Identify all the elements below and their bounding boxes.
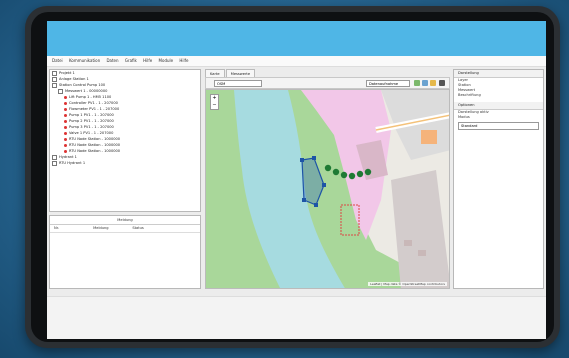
tree-item-label: Flowmeter PV1 - 1 - 207000 <box>69 107 120 111</box>
title-bar <box>47 21 546 56</box>
tree-item-label: Controller PV1 - 1 - 207000 <box>69 101 118 105</box>
column-header[interactable]: Meldung <box>93 225 127 232</box>
menu-item-4[interactable]: Grafik <box>125 56 137 66</box>
vertex-handle[interactable] <box>322 183 326 187</box>
tree-item-label: Pump 2 PV1 - 1 - 207000 <box>69 119 114 123</box>
status-dot-icon <box>64 107 67 111</box>
tree-item[interactable]: RTU Hydrant 1 <box>50 160 200 166</box>
tree-item-label: Anlage Station 1 <box>59 77 89 81</box>
app-window: Datei Kommunikation Daten Grafik Hilfe M… <box>47 21 546 339</box>
building <box>418 250 426 256</box>
status-dot-icon <box>64 125 67 129</box>
menu-item-5[interactable]: Hilfe <box>143 56 152 66</box>
status-dot-icon <box>64 149 67 153</box>
checkbox[interactable] <box>52 82 57 88</box>
properties-panel: Darstellung Layer Station Messwert Besch… <box>453 69 544 289</box>
map-attribution[interactable]: Leaflet | Map data © OpenStreetMap contr… <box>368 282 447 286</box>
checkbox[interactable] <box>52 76 57 82</box>
status-dot-icon <box>64 95 67 99</box>
vertex-handle[interactable] <box>302 198 306 202</box>
tree-item-label: RTU Node Station - 1000000 <box>69 143 121 147</box>
tree-item-label: RTU Node Station - 1000000 <box>69 149 121 153</box>
tree-item-label: Pump 1 PV1 - 1 - 207000 <box>69 113 114 117</box>
log-panel: Meldung Nr. Meldung Status <box>49 215 201 289</box>
menu-item-6[interactable]: Module <box>159 56 174 66</box>
tree-marker[interactable] <box>364 168 372 176</box>
menu-item-2[interactable]: Kommunikation <box>69 56 100 66</box>
tree-marker[interactable] <box>324 164 332 172</box>
status-dot-icon <box>64 143 67 147</box>
tree-marker[interactable] <box>356 170 364 178</box>
map-toolbar: OSM Datenaufnahme <box>205 77 450 89</box>
tree-item-label: Messwert 1 - 00000000 <box>65 89 108 93</box>
map-tool-icon[interactable] <box>422 80 428 86</box>
vertex-handle[interactable] <box>312 156 316 160</box>
tree-item-label: RTU Node Station - 1000000 <box>69 137 121 141</box>
status-dot-icon <box>64 101 67 105</box>
view-tabs: Karte Messwerte <box>205 69 450 78</box>
checkbox[interactable] <box>52 160 57 166</box>
building <box>404 240 412 246</box>
tree-marker[interactable] <box>348 172 356 180</box>
tree-item-label: Projekt 1 <box>59 71 75 75</box>
section-header[interactable]: Optionen <box>454 102 543 110</box>
map-view[interactable]: + − Leaflet | Map data © OpenStreetMap c… <box>205 89 450 289</box>
checkbox[interactable] <box>52 70 57 76</box>
layer-select[interactable]: OSM <box>214 80 262 87</box>
vertex-handle[interactable] <box>300 158 304 162</box>
zoom-out-button[interactable]: − <box>211 102 218 109</box>
vertex-handle[interactable] <box>314 203 318 207</box>
zoom-in-button[interactable]: + <box>211 95 218 102</box>
mode-select[interactable]: Datenaufnahme <box>366 80 410 87</box>
tree-item-label: RTU Hydrant 1 <box>59 161 86 165</box>
workspace: Projekt 1 Anlage Station 1 Station Contr… <box>47 67 546 296</box>
building-orange <box>421 130 437 144</box>
map-tool-icon[interactable] <box>430 80 436 86</box>
section-header[interactable]: Darstellung <box>454 70 543 78</box>
map-tool-icon[interactable] <box>439 80 445 86</box>
field-label: Modus <box>458 115 470 119</box>
log-table-header: Nr. Meldung Status <box>50 225 200 233</box>
status-dot-icon <box>64 119 67 123</box>
bottom-area <box>47 296 546 339</box>
tree-item-label: Station Control Pump 100 <box>59 83 106 87</box>
tree-item-label: Lift Pump 1 - HM5 1100 <box>69 95 112 99</box>
tree-marker[interactable] <box>340 171 348 179</box>
mode-dropdown[interactable]: Standard <box>458 122 539 130</box>
status-dot-icon <box>64 131 67 135</box>
column-header[interactable]: Status <box>132 225 166 232</box>
status-dot-icon <box>64 113 67 117</box>
checkbox[interactable] <box>58 88 63 94</box>
log-panel-title: Meldung <box>50 216 200 225</box>
tree-item-label: Valve 1 PV1 - 1 - 207000 <box>69 131 114 135</box>
column-header[interactable]: Nr. <box>54 225 88 232</box>
tree-marker[interactable] <box>332 168 340 176</box>
map-tool-icon[interactable] <box>414 80 420 86</box>
zoom-control: + − <box>210 94 219 110</box>
map-canvas[interactable] <box>206 90 450 289</box>
tree-item-label: Hydrant 1 <box>59 155 77 159</box>
option-item[interactable]: Beschriftung <box>454 93 543 98</box>
menu-item-7[interactable]: Hilfe <box>179 56 188 66</box>
status-dot-icon <box>64 137 67 141</box>
project-tree: Projekt 1 Anlage Station 1 Station Contr… <box>49 69 201 212</box>
menu-item-1[interactable]: Datei <box>52 56 63 66</box>
menu-item-3[interactable]: Daten <box>106 56 118 66</box>
checkbox[interactable] <box>52 154 57 160</box>
menu-bar: Datei Kommunikation Daten Grafik Hilfe M… <box>47 56 546 67</box>
tree-item-label: Pump 3 PV1 - 1 - 207000 <box>69 125 114 129</box>
